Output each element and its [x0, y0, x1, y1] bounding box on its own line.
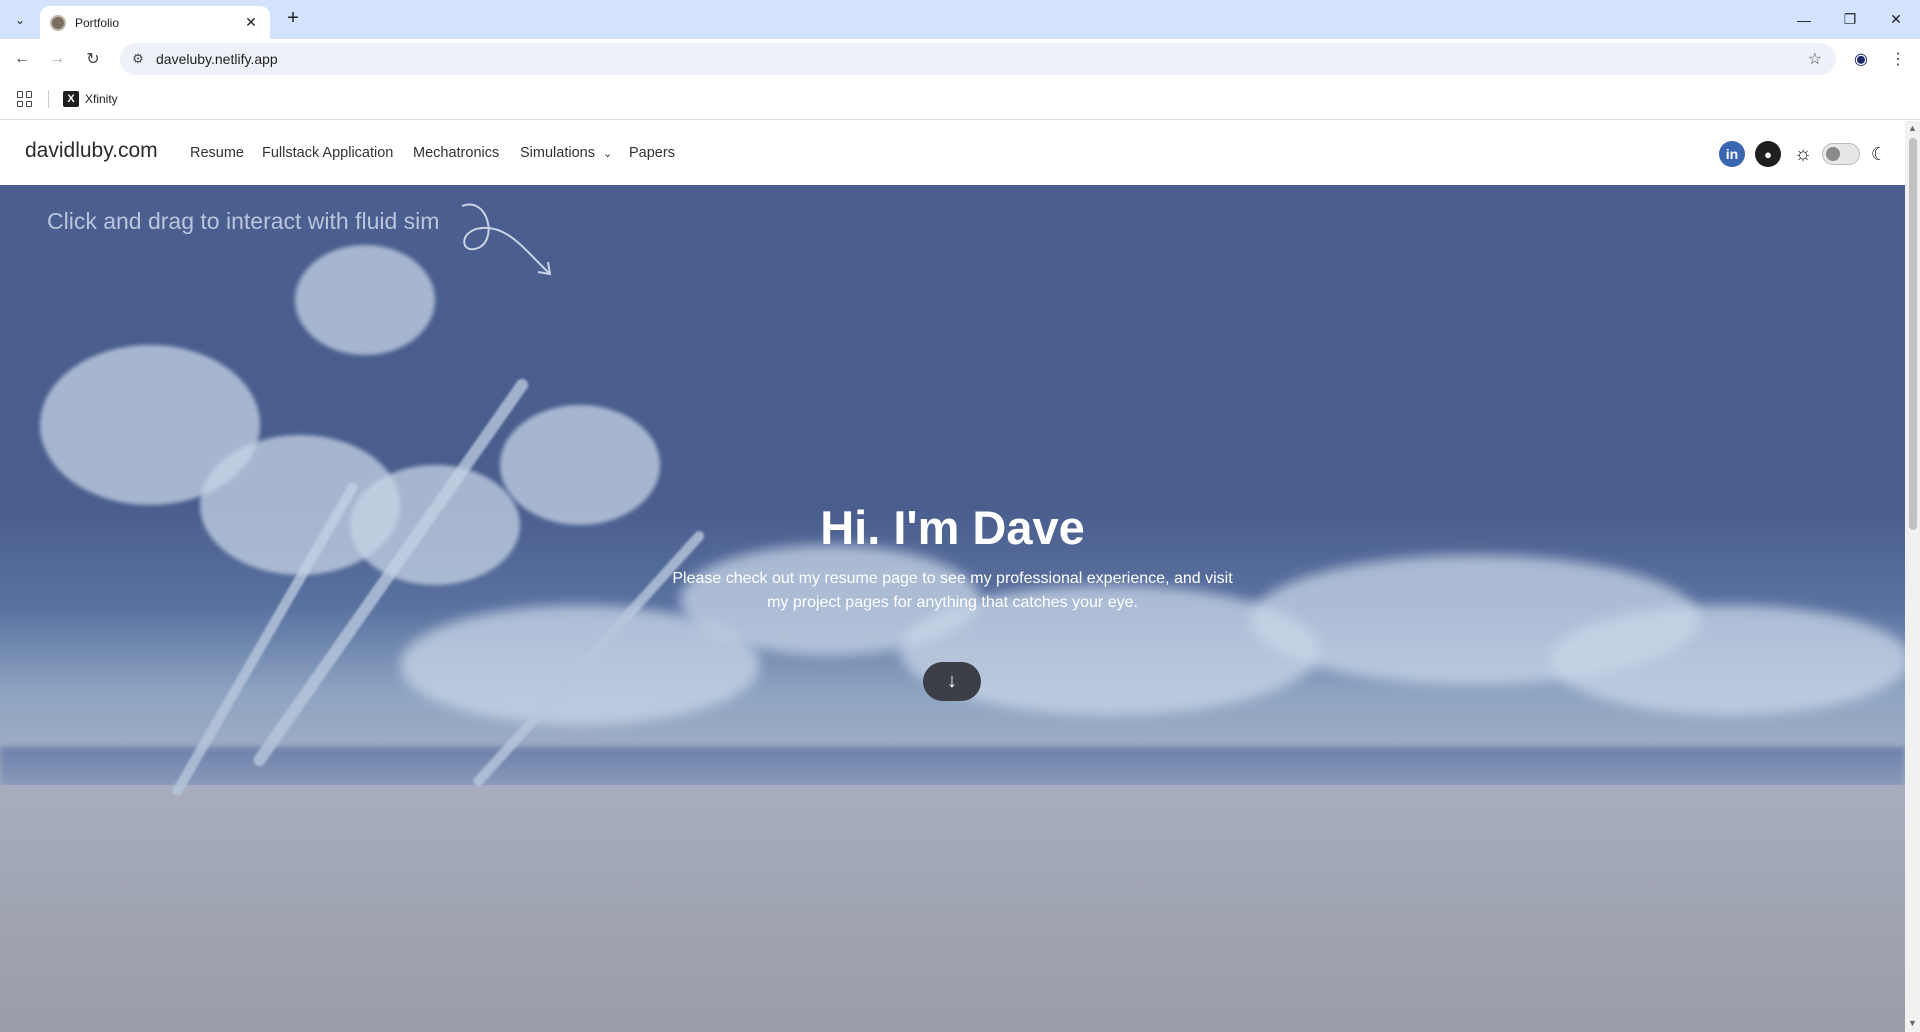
bookmarks-bar: X Xfinity	[0, 79, 1920, 120]
github-link[interactable]: ●	[1755, 141, 1781, 167]
chevron-down-icon: ⌄	[602, 148, 613, 160]
profile-icon[interactable]: ◉	[1847, 45, 1875, 73]
hero-fluid-sim[interactable]: Click and drag to interact with fluid si…	[0, 185, 1905, 1032]
scroll-down-arrow-icon[interactable]: ▼	[1908, 1018, 1917, 1028]
nav-mechatronics[interactable]: Mechatronics	[413, 145, 499, 161]
scroll-up-arrow-icon[interactable]: ▲	[1908, 123, 1917, 133]
tab-search-chevron-icon[interactable]: ⌄	[8, 8, 32, 32]
bookmark-label: Xfinity	[85, 92, 118, 106]
site-info-icon[interactable]: ⚙	[120, 51, 156, 67]
bookmark-separator	[48, 90, 49, 108]
browser-tab-strip: ⌄ Portfolio ✕ + — ❐ ✕	[0, 0, 1920, 39]
address-bar[interactable]: ⚙ daveluby.netlify.app ☆	[120, 43, 1836, 75]
forward-icon[interactable]: →	[43, 45, 71, 73]
reload-icon[interactable]: ↻	[79, 45, 107, 73]
browser-tab[interactable]: Portfolio ✕	[40, 6, 270, 39]
new-tab-button[interactable]: +	[282, 8, 304, 30]
bookmark-xfinity[interactable]: X Xfinity	[63, 89, 118, 109]
scroll-down-button[interactable]: ↓	[923, 662, 981, 701]
site-brand[interactable]: davidluby.com	[25, 139, 158, 163]
arrow-down-icon: ↓	[947, 670, 957, 692]
tab-favicon-icon	[50, 14, 66, 31]
nav-resume[interactable]: Resume	[190, 145, 244, 161]
minimize-icon[interactable]: —	[1781, 0, 1827, 39]
bookmark-star-icon[interactable]: ☆	[1808, 49, 1822, 69]
tab-title: Portfolio	[75, 15, 120, 30]
tab-close-icon[interactable]: ✕	[242, 14, 260, 31]
apps-grid-icon[interactable]	[17, 91, 33, 107]
site-navbar: davidluby.com Resume Fullstack Applicati…	[0, 121, 1905, 185]
back-icon[interactable]: ←	[8, 45, 36, 73]
menu-kebab-icon[interactable]: ⋮	[1884, 45, 1912, 73]
linkedin-link[interactable]: in	[1719, 141, 1745, 167]
sun-icon: ☼	[1793, 142, 1813, 165]
nav-papers[interactable]: Papers	[629, 145, 675, 161]
moon-icon: ☾	[1870, 143, 1888, 164]
address-url[interactable]: daveluby.netlify.app	[156, 51, 278, 67]
toggle-knob	[1826, 147, 1840, 161]
github-icon: ●	[1755, 141, 1781, 167]
hero-subtitle: Please check out my resume page to see m…	[672, 570, 1233, 611]
nav-fullstack-application[interactable]: Fullstack Application	[262, 145, 393, 161]
palm-frond	[295, 245, 435, 355]
cloud-shape	[1550, 605, 1905, 715]
nav-simulations-label: Simulations	[520, 145, 595, 161]
sea-band	[0, 747, 1905, 787]
nav-simulations[interactable]: Simulations ⌄	[520, 145, 612, 161]
scrollbar-thumb[interactable]	[1909, 138, 1917, 530]
window-close-icon[interactable]: ✕	[1873, 0, 1919, 39]
linkedin-icon: in	[1719, 141, 1745, 167]
browser-toolbar: ← → ↻ ⚙ daveluby.netlify.app ☆ ◉ ⋮	[0, 39, 1920, 79]
fluid-sim-hint: Click and drag to interact with fluid si…	[47, 208, 440, 234]
beach-sand	[0, 785, 1905, 1032]
page-scrollbar[interactable]: ▲ ▼	[1905, 121, 1920, 1032]
theme-toggle[interactable]	[1822, 143, 1860, 165]
restore-icon[interactable]: ❐	[1827, 0, 1873, 39]
curly-arrow-icon	[461, 203, 552, 276]
hero-headline: Hi. I'm Dave	[820, 501, 1085, 554]
page-viewport: davidluby.com Resume Fullstack Applicati…	[0, 121, 1905, 1032]
xfinity-icon: X	[63, 91, 79, 107]
